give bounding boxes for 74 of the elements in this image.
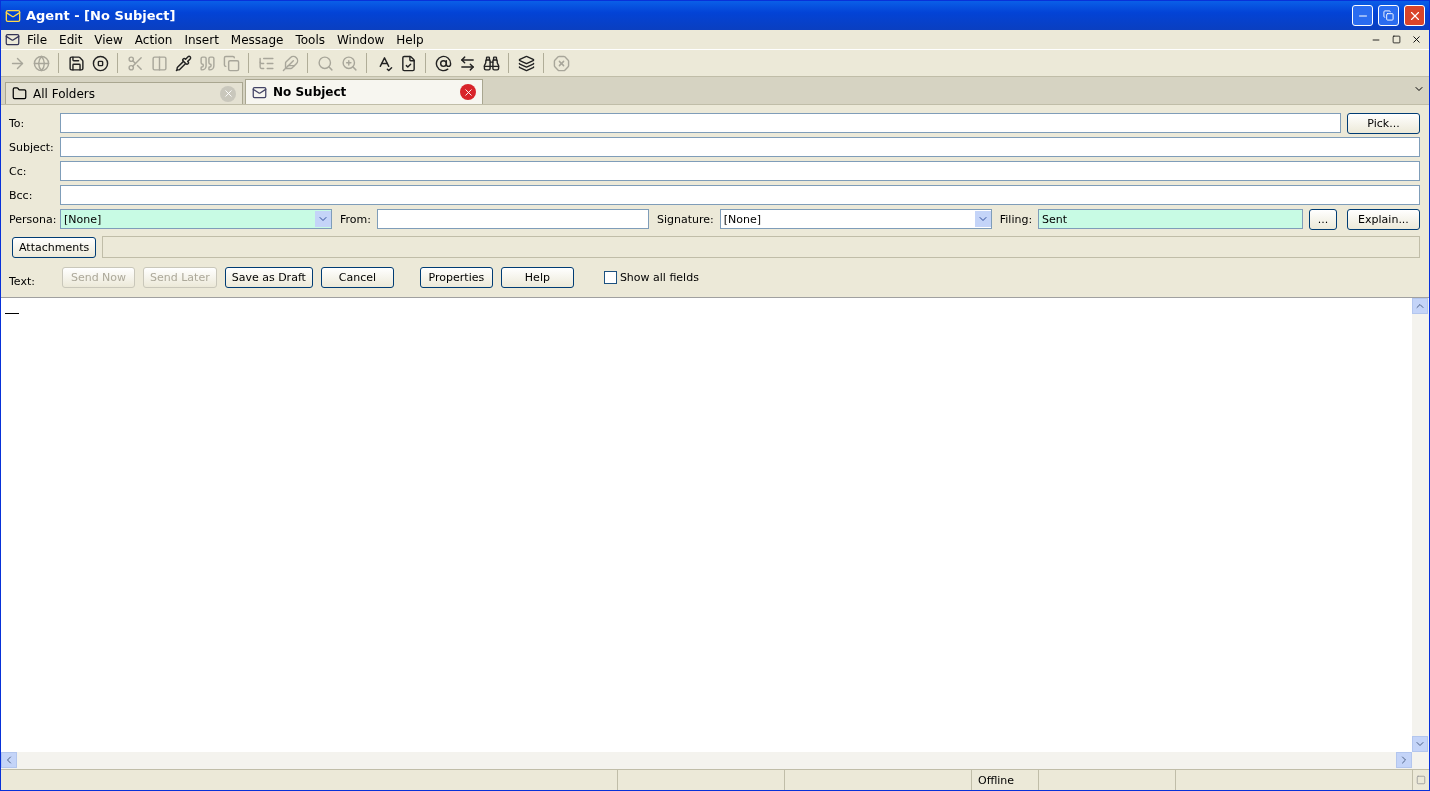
save-icon — [67, 54, 85, 72]
exchange-icon — [458, 54, 476, 72]
folder-icon — [12, 86, 27, 101]
caret-icon[interactable] — [974, 211, 991, 227]
document-check-icon — [399, 54, 417, 72]
attachments-button[interactable]: Attachments — [12, 236, 97, 258]
text-field[interactable] — [60, 185, 1420, 205]
field-label: Bcc: — [9, 188, 34, 202]
tab[interactable]: No Subject — [245, 79, 483, 104]
menu-item[interactable]: File — [22, 32, 53, 47]
menu-item[interactable]: Window — [332, 32, 390, 47]
scroll-left-icon[interactable] — [1, 752, 17, 768]
tab-label: All Folders — [33, 86, 97, 101]
browse-button[interactable]: ... — [1309, 208, 1337, 230]
scroll-up-icon[interactable] — [1412, 298, 1428, 314]
stop-icon — [91, 54, 109, 72]
horizontal-scrollbar[interactable] — [1, 752, 1429, 769]
show-all-fields-checkbox[interactable]: Show all fields — [603, 271, 699, 284]
scissors-icon — [126, 54, 144, 72]
scroll-right-icon[interactable] — [1396, 752, 1412, 768]
menu-item[interactable]: Help — [391, 32, 429, 47]
window-title: Agent - [No Subject] — [26, 8, 177, 23]
persona-dropdown[interactable]: [None] — [60, 209, 332, 229]
close-icon — [1410, 34, 1422, 45]
menu-item[interactable]: Edit — [54, 32, 88, 47]
globe-icon — [32, 54, 50, 72]
field-label: From: — [340, 212, 371, 226]
feather-icon — [281, 54, 299, 72]
signature-dropdown[interactable]: [None] — [719, 209, 992, 229]
search-icon — [316, 54, 334, 72]
field-label: Cc: — [9, 164, 28, 178]
menu-item[interactable]: Tools — [290, 32, 330, 47]
action-button[interactable]: Help — [500, 267, 574, 288]
from-field[interactable] — [376, 209, 649, 229]
restore-button[interactable] — [1378, 5, 1399, 26]
filing-field[interactable]: Sent — [1038, 209, 1303, 229]
caret-icon[interactable] — [315, 211, 331, 227]
at-sign-icon — [434, 54, 452, 72]
action-button[interactable]: Properties — [419, 267, 493, 288]
close-icon[interactable] — [460, 84, 476, 100]
field-label: Subject: — [9, 140, 54, 154]
menu-item[interactable]: Message — [225, 32, 289, 47]
zoom-in-icon — [340, 54, 358, 72]
text-field[interactable] — [60, 161, 1420, 181]
app-icon — [5, 7, 21, 24]
restore-icon — [1383, 10, 1394, 21]
action-button[interactable]: Cancel — [320, 267, 394, 288]
status-text: Offline — [978, 773, 1015, 787]
field-label: Text: — [9, 275, 36, 288]
message-icon — [252, 84, 267, 100]
scroll-down-icon[interactable] — [1412, 736, 1428, 752]
columns-icon — [150, 54, 168, 72]
text-field[interactable] — [60, 137, 1420, 157]
explain-button[interactable]: Explain... — [1347, 208, 1420, 230]
bottle-icon — [174, 54, 192, 72]
field-label: To: — [9, 116, 26, 130]
quote-icon — [198, 54, 216, 72]
binoculars-icon — [482, 54, 500, 72]
action-button[interactable]: Save as Draft — [224, 267, 313, 288]
field-label: Signature: — [656, 212, 714, 226]
tab-label: No Subject — [273, 85, 348, 99]
menu-item[interactable]: View — [89, 32, 128, 47]
text-field[interactable] — [60, 113, 1341, 133]
menu-item[interactable]: Insert — [179, 32, 224, 47]
menu-item[interactable]: Action — [129, 32, 178, 47]
restore-icon — [1391, 35, 1401, 44]
copy-icon — [222, 54, 240, 72]
tab[interactable]: All Folders — [5, 82, 243, 104]
minimize-button[interactable] — [1352, 5, 1373, 26]
field-label: Filing: — [999, 212, 1033, 226]
field-label: Persona: — [9, 212, 54, 226]
pick-button[interactable]: Pick... — [1347, 112, 1420, 134]
document-icon[interactable] — [5, 32, 20, 47]
vertical-scrollbar[interactable] — [1412, 298, 1429, 752]
